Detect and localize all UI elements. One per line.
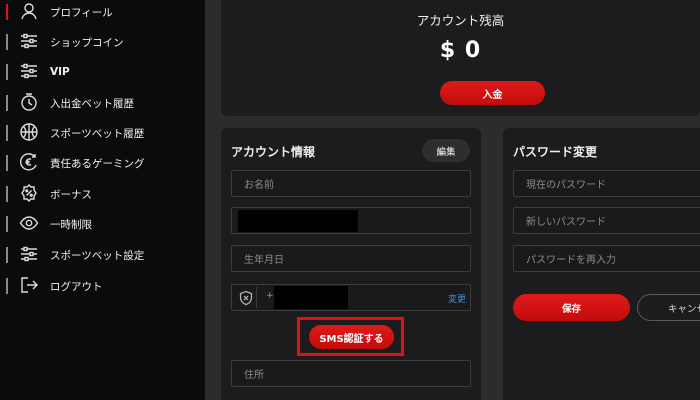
sidebar-item-sports-bet-history[interactable]: スポーツベット履歴 [0, 118, 205, 148]
phone-prefix: + [266, 291, 274, 301]
sidebar-item-label: 責任あるゲーミング [50, 157, 145, 170]
sms-highlight-box: SMS認証する [297, 317, 404, 356]
history-icon [18, 91, 40, 113]
sidebar-item-label: ボーナス [50, 188, 92, 201]
birthdate-field[interactable]: 生年月日 [231, 245, 471, 272]
cancel-button[interactable]: キャンセル [637, 294, 700, 321]
sidebar-item-label: スポーツベット履歴 [50, 127, 145, 140]
active-indicator [6, 4, 8, 20]
sidebar-item-label: 一時制限 [50, 218, 92, 231]
password-change-card: パスワード変更 現在のパスワード 新しいパスワード パスワードを再入力 保存 キ… [503, 128, 700, 400]
name-field[interactable]: お名前 [231, 170, 471, 197]
masked-info-field[interactable] [231, 207, 471, 234]
divider [6, 278, 8, 294]
divider [6, 64, 8, 80]
confirm-password-field[interactable]: パスワードを再入力 [513, 245, 700, 272]
password-change-title: パスワード変更 [513, 145, 598, 159]
sidebar-item-label: VIP [50, 66, 70, 78]
logout-icon [18, 274, 40, 296]
shield-icon [235, 287, 257, 308]
current-password-field[interactable]: 現在のパスワード [513, 170, 700, 197]
user-icon [18, 0, 40, 22]
deposit-button[interactable]: 入金 [440, 81, 545, 105]
sidebar-item-responsible-gaming[interactable]: 責任あるゲーミング [0, 148, 205, 178]
sidebar-item-label: 入出金ベット履歴 [50, 97, 134, 110]
sidebar-item-temporary-limit[interactable]: 一時制限 [0, 209, 205, 239]
phone-field[interactable]: + 変更 [231, 284, 471, 311]
sliders-icon [18, 30, 40, 52]
sidebar-item-vip[interactable]: VIP [0, 57, 205, 87]
divider [6, 247, 8, 263]
divider [6, 95, 8, 111]
sidebar: プロフィール ショップコイン VIP 入出金ベット履歴 スポーツベット履歴 責任 [0, 0, 205, 400]
sidebar-item-shop-coin[interactable]: ショップコイン [0, 27, 205, 57]
basketball-icon [18, 121, 40, 143]
divider [6, 34, 8, 50]
sidebar-item-sports-bet-settings[interactable]: スポーツベット設定 [0, 240, 205, 270]
account-info-title: アカウント情報 [231, 145, 316, 159]
sidebar-item-profile[interactable]: プロフィール [0, 0, 205, 27]
balance-amount: $ 0 [439, 38, 482, 63]
account-info-card: アカウント情報 編集 お名前 生年月日 + 変更 SMS認証する 住所 [221, 128, 481, 400]
balance-card: アカウント残高 $ 0 入金 [221, 0, 700, 116]
sidebar-item-bonus[interactable]: ボーナス [0, 179, 205, 209]
sliders-icon [18, 60, 40, 82]
divider [6, 125, 8, 141]
sidebar-item-logout[interactable]: ログアウト [0, 271, 205, 301]
sidebar-item-transaction-history[interactable]: 入出金ベット履歴 [0, 88, 205, 118]
redacted-block [274, 286, 348, 309]
euro-cycle-icon [18, 151, 40, 173]
sidebar-item-label: プロフィール [50, 6, 113, 19]
save-button[interactable]: 保存 [513, 294, 630, 321]
percent-badge-icon [18, 182, 40, 204]
redacted-block [238, 210, 358, 232]
divider [6, 155, 8, 171]
sliders-icon [18, 243, 40, 265]
sidebar-item-label: ショップコイン [50, 36, 124, 49]
edit-button[interactable]: 編集 [422, 139, 470, 162]
sidebar-item-label: スポーツベット設定 [50, 249, 145, 262]
divider [6, 186, 8, 202]
sms-verify-button[interactable]: SMS認証する [309, 325, 394, 349]
divider [6, 216, 8, 232]
change-phone-link[interactable]: 変更 [448, 292, 466, 305]
balance-title: アカウント残高 [416, 13, 505, 28]
eye-icon [18, 212, 40, 234]
new-password-field[interactable]: 新しいパスワード [513, 207, 700, 234]
address-field[interactable]: 住所 [231, 360, 471, 387]
sidebar-item-label: ログアウト [50, 280, 103, 293]
